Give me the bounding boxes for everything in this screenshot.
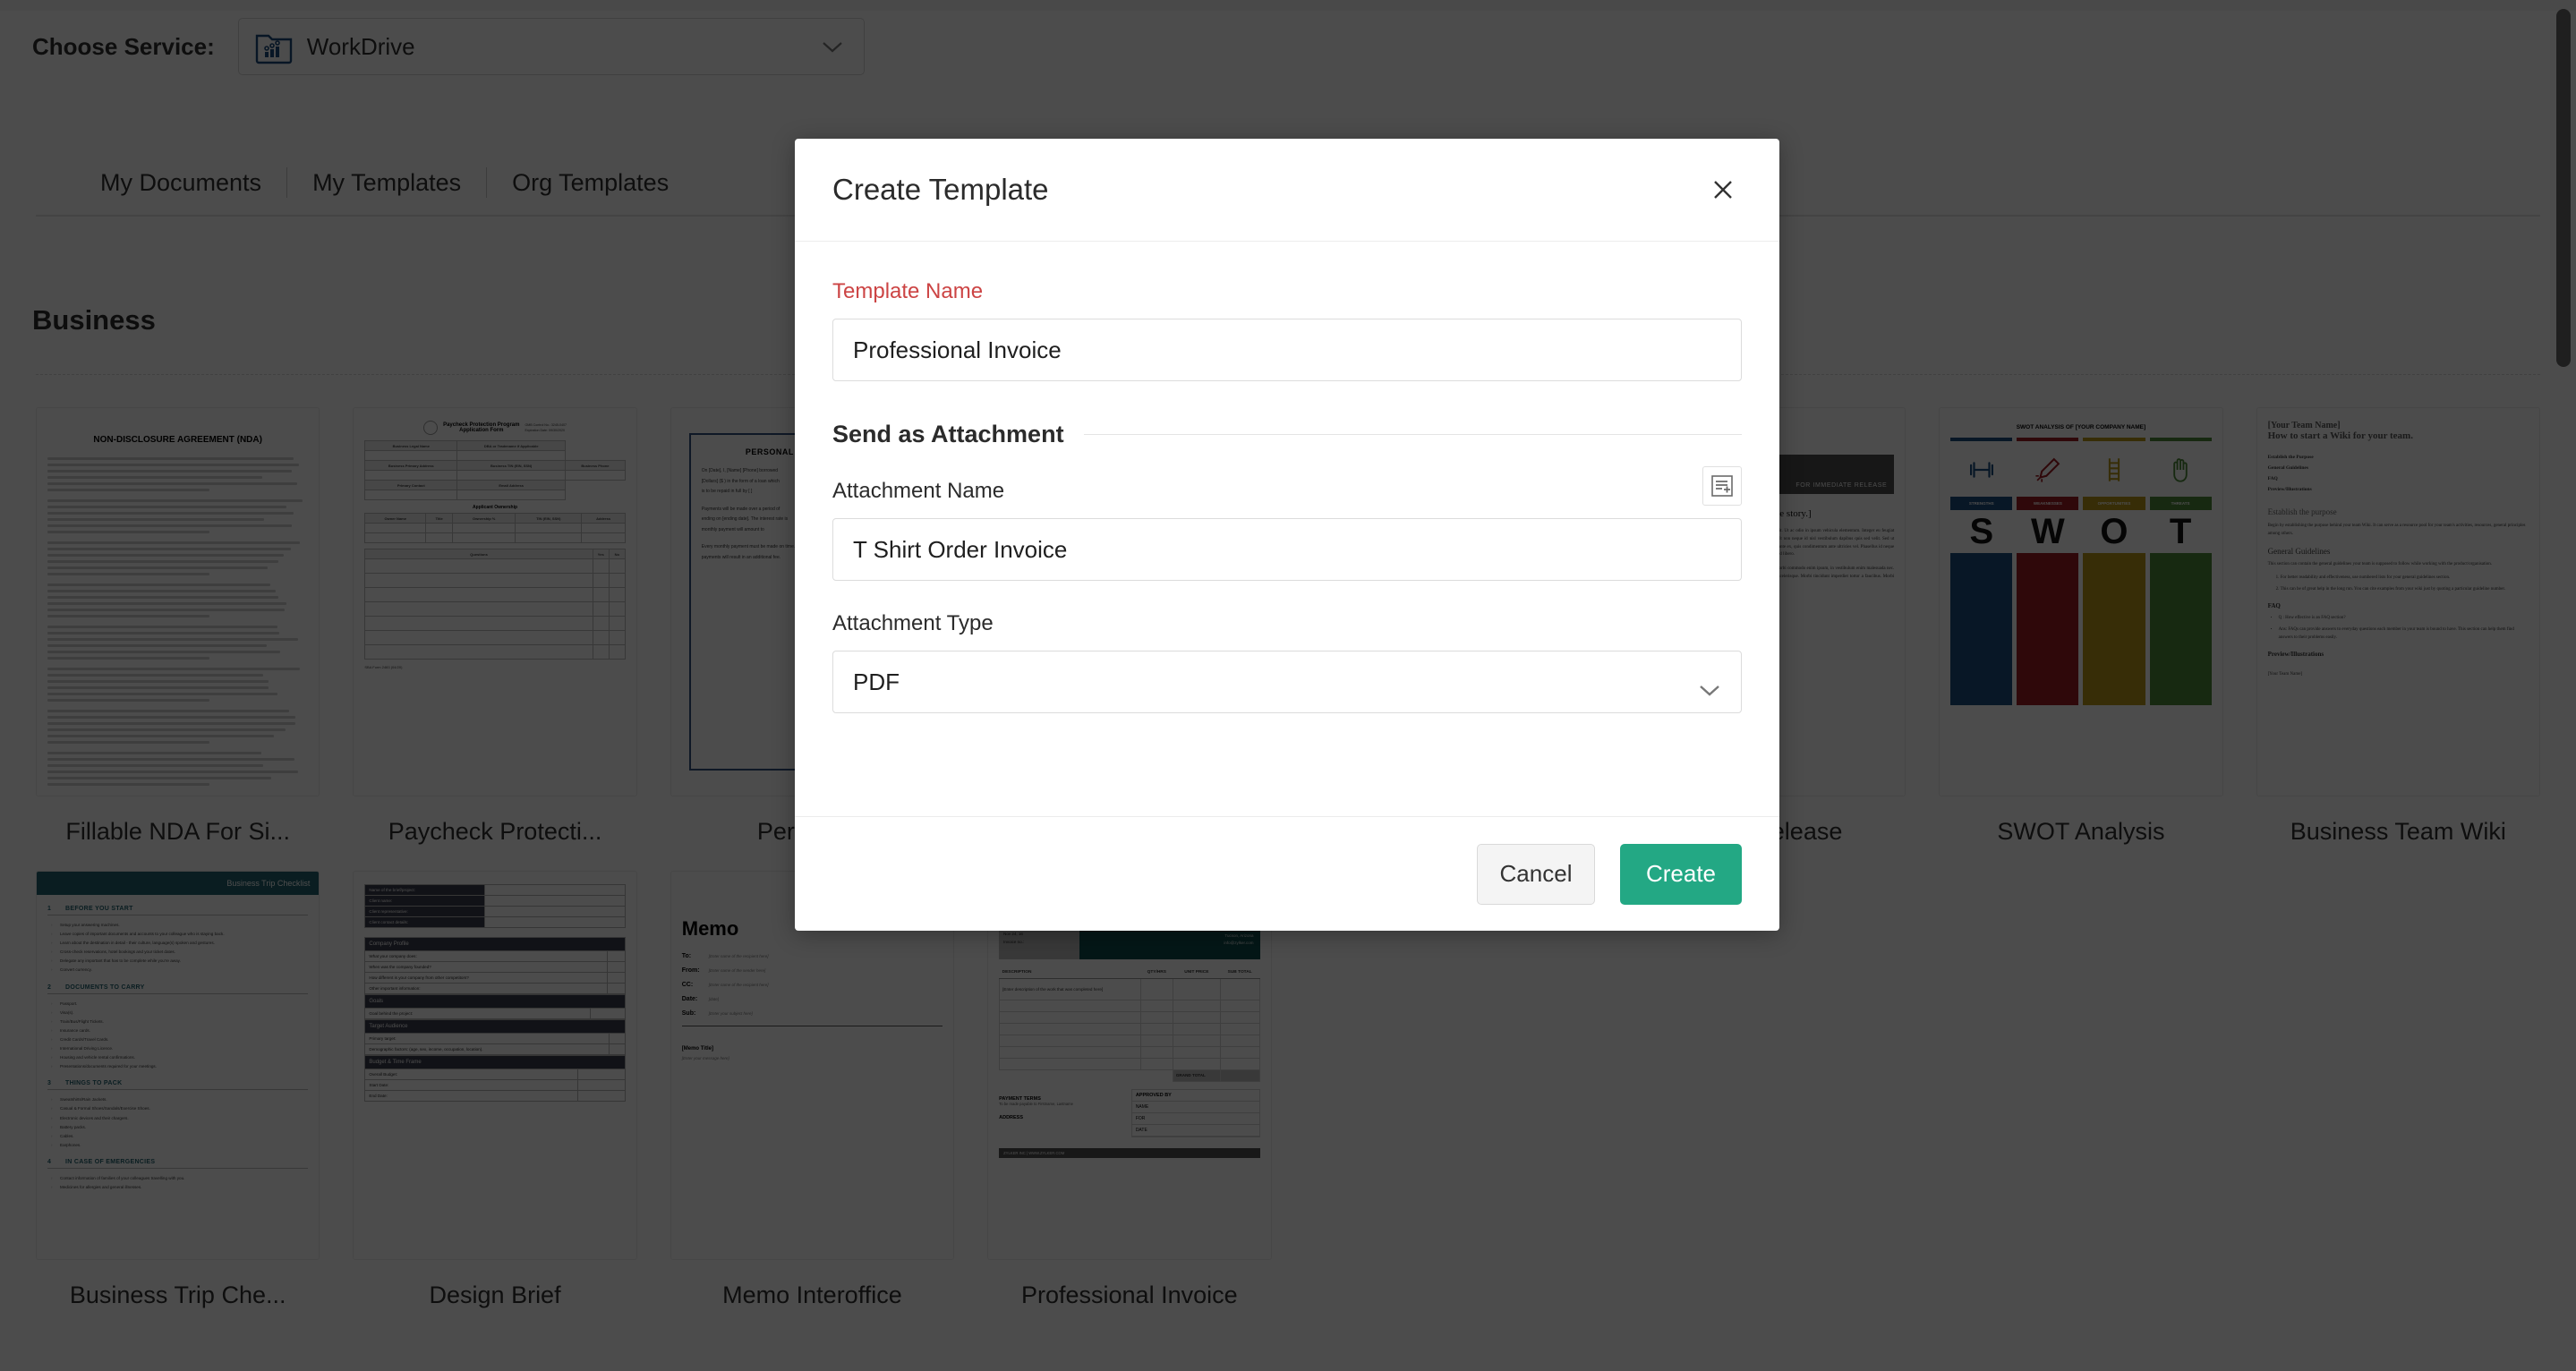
close-icon[interactable]: [1702, 169, 1744, 210]
send-as-attachment-title: Send as Attachment: [832, 421, 1064, 448]
template-name-input[interactable]: Professional Invoice: [832, 319, 1742, 381]
attachment-name-input[interactable]: T Shirt Order Invoice: [832, 518, 1742, 581]
attachment-name-value: T Shirt Order Invoice: [853, 536, 1067, 564]
dialog-header: Create Template: [795, 139, 1779, 242]
dialog-footer: Cancel Create: [795, 816, 1779, 931]
cancel-button[interactable]: Cancel: [1477, 844, 1595, 905]
chevron-down-icon: [1698, 676, 1721, 689]
dialog-title: Create Template: [832, 173, 1702, 207]
create-button[interactable]: Create: [1620, 844, 1742, 905]
insert-merge-field-icon[interactable]: [1702, 466, 1742, 506]
template-name-value: Professional Invoice: [853, 336, 1062, 364]
template-name-label: Template Name: [832, 279, 1742, 304]
attachment-type-label: Attachment Type: [832, 611, 1742, 636]
attachment-name-row: Attachment Name: [832, 479, 1742, 518]
send-as-attachment-header: Send as Attachment: [832, 421, 1742, 448]
attachment-name-label: Attachment Name: [832, 479, 1004, 504]
dialog-body: Template Name Professional Invoice Send …: [795, 242, 1779, 816]
attachment-type-select[interactable]: PDF: [832, 651, 1742, 713]
section-rule: [1084, 434, 1742, 435]
attachment-type-value: PDF: [853, 668, 900, 696]
create-template-dialog: Create Template Template Name Profession…: [795, 139, 1779, 931]
